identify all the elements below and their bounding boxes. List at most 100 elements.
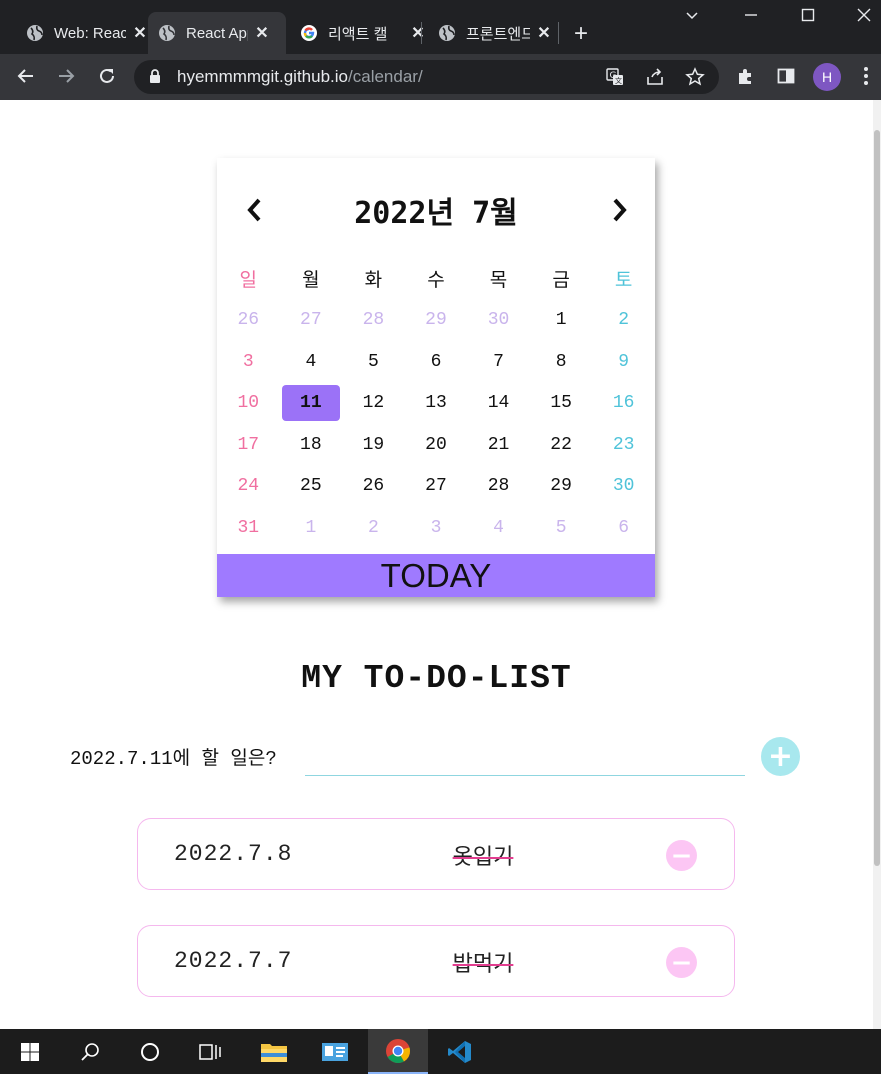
bookmark-star-icon[interactable] bbox=[684, 66, 706, 88]
address-bar[interactable]: hyemmmmgit.github.io/calendar/ G文 bbox=[134, 60, 719, 94]
reload-icon[interactable] bbox=[94, 63, 120, 89]
calendar-day[interactable]: 28 bbox=[467, 468, 530, 504]
calendar-week: 17 18 19 20 21 22 23 bbox=[217, 424, 655, 466]
calendar-day[interactable]: 26 bbox=[217, 302, 280, 338]
share-icon[interactable] bbox=[644, 66, 666, 88]
calendar-day[interactable]: 12 bbox=[342, 385, 405, 421]
close-icon[interactable]: ✕ bbox=[536, 23, 552, 43]
extensions-icon[interactable] bbox=[733, 63, 759, 89]
chrome-icon[interactable] bbox=[368, 1029, 428, 1074]
calendar-day[interactable]: 27 bbox=[280, 302, 343, 338]
side-panel-icon[interactable] bbox=[773, 63, 799, 89]
calendar-day[interactable]: 8 bbox=[530, 344, 593, 380]
calendar-day[interactable]: 6 bbox=[405, 344, 468, 380]
calendar-day[interactable]: 4 bbox=[467, 510, 530, 546]
todo-input[interactable] bbox=[305, 738, 745, 776]
calendar-day[interactable]: 31 bbox=[217, 510, 280, 546]
calendar-day[interactable]: 20 bbox=[405, 427, 468, 463]
chevron-left-icon bbox=[247, 198, 261, 222]
todo-item: 2022.7.8 옷입기 − bbox=[137, 818, 735, 890]
globe-icon bbox=[26, 24, 44, 42]
tab-frontend[interactable]: 프론트엔드 ✕ bbox=[428, 12, 562, 54]
calendar-day[interactable]: 10 bbox=[217, 385, 280, 421]
file-explorer-icon[interactable] bbox=[244, 1029, 304, 1074]
calendar-day[interactable]: 3 bbox=[217, 344, 280, 380]
tab-web-react[interactable]: Web: React ✕ bbox=[16, 12, 158, 54]
calendar-day[interactable]: 22 bbox=[530, 427, 593, 463]
todo-item-text[interactable]: 옷입기 bbox=[418, 839, 548, 871]
calendar-day[interactable]: 29 bbox=[405, 302, 468, 338]
lock-icon[interactable] bbox=[148, 68, 162, 88]
calendar-day[interactable]: 21 bbox=[467, 427, 530, 463]
tab-google-search[interactable]: 리액트 캘 ✕ bbox=[290, 12, 436, 54]
calendar-day[interactable]: 9 bbox=[592, 344, 655, 380]
calendar-day[interactable]: 3 bbox=[405, 510, 468, 546]
weekday-mon: 월 bbox=[302, 269, 320, 292]
tab-search-icon[interactable] bbox=[683, 6, 701, 29]
close-icon[interactable]: ✕ bbox=[132, 23, 148, 43]
more-menu-icon[interactable] bbox=[853, 63, 879, 89]
maximize-icon[interactable] bbox=[799, 6, 817, 29]
calendar-day[interactable]: 7 bbox=[467, 344, 530, 380]
calendar-day[interactable]: 2 bbox=[592, 302, 655, 338]
delete-todo-button[interactable]: − bbox=[666, 947, 697, 978]
calendar-day[interactable]: 16 bbox=[592, 385, 655, 421]
calendar-day[interactable]: 6 bbox=[592, 510, 655, 546]
profile-avatar[interactable]: H bbox=[813, 63, 841, 91]
tab-title: 프론트엔드 bbox=[466, 25, 530, 43]
calendar-day[interactable]: 25 bbox=[280, 468, 343, 504]
calendar-day[interactable]: 29 bbox=[530, 468, 593, 504]
calendar-day[interactable]: 1 bbox=[280, 510, 343, 546]
calendar-day[interactable]: 4 bbox=[280, 344, 343, 380]
todo-item-text[interactable]: 밥먹기 bbox=[418, 946, 548, 978]
todo-title: MY TO-DO-LIST bbox=[301, 660, 572, 697]
browser-tab-strip: Web: React ✕ React App ✕ 리액트 캘 ✕ 프론트엔드 ✕… bbox=[0, 0, 881, 54]
calendar-day[interactable]: 17 bbox=[217, 427, 280, 463]
add-todo-button[interactable]: + bbox=[761, 737, 800, 776]
calendar-day[interactable]: 1 bbox=[530, 302, 593, 338]
calendar-week: 31 1 2 3 4 5 6 bbox=[217, 507, 655, 549]
next-month-button[interactable] bbox=[605, 194, 635, 226]
tab-react-app[interactable]: React App ✕ bbox=[148, 12, 286, 54]
calendar-day[interactable]: 18 bbox=[280, 427, 343, 463]
close-icon[interactable]: ✕ bbox=[254, 23, 270, 43]
calendar-day[interactable]: 26 bbox=[342, 468, 405, 504]
calendar-day[interactable]: 5 bbox=[530, 510, 593, 546]
windows-taskbar bbox=[0, 1029, 881, 1074]
globe-icon bbox=[158, 24, 176, 42]
url-host: hyemmmmgit.github.io bbox=[177, 67, 349, 86]
calendar-day[interactable]: 2 bbox=[342, 510, 405, 546]
translate-icon[interactable]: G文 bbox=[604, 66, 626, 88]
task-view-icon[interactable] bbox=[180, 1029, 240, 1074]
control-panel-icon[interactable] bbox=[305, 1029, 365, 1074]
calendar-day[interactable]: 28 bbox=[342, 302, 405, 338]
calendar-day[interactable]: 24 bbox=[217, 468, 280, 504]
calendar-day[interactable]: 27 bbox=[405, 468, 468, 504]
calendar-day[interactable]: 23 bbox=[592, 427, 655, 463]
prev-month-button[interactable] bbox=[239, 194, 269, 226]
window-close-icon[interactable] bbox=[855, 6, 873, 29]
forward-icon[interactable] bbox=[53, 63, 79, 89]
calendar-day[interactable]: 19 bbox=[342, 427, 405, 463]
calendar-day[interactable]: 13 bbox=[405, 385, 468, 421]
minimize-icon[interactable] bbox=[742, 6, 760, 29]
calendar-day[interactable]: 15 bbox=[530, 385, 593, 421]
scrollbar-thumb[interactable] bbox=[874, 130, 880, 866]
calendar-header: 2022년 7월 bbox=[217, 158, 655, 258]
search-icon[interactable] bbox=[60, 1029, 120, 1074]
page-scrollbar[interactable] bbox=[873, 100, 881, 1029]
close-icon[interactable]: ✕ bbox=[410, 23, 426, 43]
new-tab-button[interactable]: + bbox=[574, 20, 588, 48]
calendar-day[interactable]: 30 bbox=[592, 468, 655, 504]
calendar-day[interactable]: 5 bbox=[342, 344, 405, 380]
calendar-day[interactable]: 14 bbox=[467, 385, 530, 421]
cortana-icon[interactable] bbox=[120, 1029, 180, 1074]
vscode-icon[interactable] bbox=[430, 1029, 490, 1074]
today-button[interactable]: TODAY bbox=[217, 554, 655, 597]
windows-start-icon[interactable] bbox=[0, 1029, 60, 1074]
delete-todo-button[interactable]: − bbox=[666, 840, 697, 871]
calendar-day-selected[interactable]: 11 bbox=[281, 385, 340, 422]
calendar-day[interactable]: 30 bbox=[467, 302, 530, 338]
back-icon[interactable] bbox=[13, 63, 39, 89]
url-text[interactable]: hyemmmmgit.github.io/calendar/ bbox=[177, 67, 423, 87]
